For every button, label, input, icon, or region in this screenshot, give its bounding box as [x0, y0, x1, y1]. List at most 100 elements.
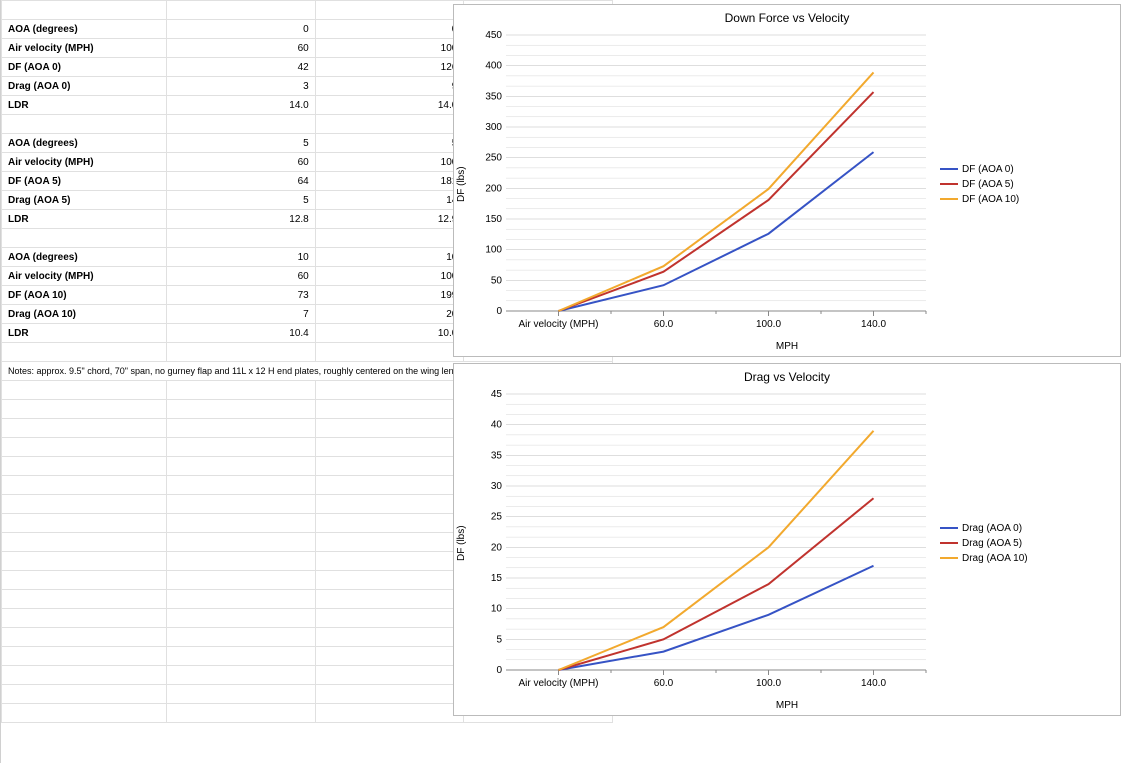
cell[interactable]: 60 [167, 153, 316, 172]
cell[interactable]: Drag (AOA 0) [2, 77, 167, 96]
cell[interactable] [315, 609, 464, 628]
cell[interactable] [167, 552, 316, 571]
cell[interactable] [2, 685, 167, 704]
cell[interactable] [167, 666, 316, 685]
cell[interactable] [2, 1, 167, 20]
cell[interactable] [2, 229, 167, 248]
cell[interactable] [167, 476, 316, 495]
cell[interactable] [2, 571, 167, 590]
cell[interactable] [2, 666, 167, 685]
cell[interactable] [315, 229, 464, 248]
cell[interactable] [2, 590, 167, 609]
cell[interactable] [2, 457, 167, 476]
cell[interactable] [315, 495, 464, 514]
cell[interactable] [167, 400, 316, 419]
cell[interactable]: Drag (AOA 10) [2, 305, 167, 324]
cell[interactable]: 10.4 [167, 324, 316, 343]
cell[interactable] [315, 400, 464, 419]
cell[interactable] [167, 590, 316, 609]
cell[interactable]: LDR [2, 96, 167, 115]
cell[interactable]: 126 [315, 58, 464, 77]
cell[interactable]: 199 [315, 286, 464, 305]
cell[interactable] [167, 685, 316, 704]
cell[interactable] [2, 514, 167, 533]
cell[interactable] [315, 1, 464, 20]
cell[interactable]: 64 [167, 172, 316, 191]
cell[interactable] [315, 590, 464, 609]
cell[interactable] [315, 514, 464, 533]
cell[interactable]: 10 [167, 248, 316, 267]
cell[interactable]: 181 [315, 172, 464, 191]
cell[interactable]: Air velocity (MPH) [2, 267, 167, 286]
cell[interactable]: 100 [315, 153, 464, 172]
cell[interactable] [167, 609, 316, 628]
cell[interactable] [315, 419, 464, 438]
cell[interactable] [167, 647, 316, 666]
cell[interactable] [167, 1, 316, 20]
cell[interactable] [315, 343, 464, 362]
cell[interactable] [315, 115, 464, 134]
cell[interactable]: 0 [315, 20, 464, 39]
cell[interactable]: 0 [167, 20, 316, 39]
cell[interactable] [167, 438, 316, 457]
cell[interactable]: 10 [315, 248, 464, 267]
cell[interactable] [167, 419, 316, 438]
cell[interactable] [2, 552, 167, 571]
cell[interactable] [167, 514, 316, 533]
cell[interactable] [2, 115, 167, 134]
cell[interactable] [167, 628, 316, 647]
cell[interactable]: LDR [2, 324, 167, 343]
cell[interactable] [2, 438, 167, 457]
cell[interactable] [167, 704, 316, 723]
cell[interactable]: 5 [167, 191, 316, 210]
cell[interactable] [167, 533, 316, 552]
cell[interactable]: 14.0 [167, 96, 316, 115]
cell[interactable] [315, 552, 464, 571]
cell[interactable] [2, 476, 167, 495]
cell[interactable]: 100 [315, 267, 464, 286]
cell[interactable]: 42 [167, 58, 316, 77]
cell[interactable]: 14 [315, 191, 464, 210]
cell[interactable] [167, 343, 316, 362]
cell[interactable]: DF (AOA 0) [2, 58, 167, 77]
cell[interactable] [315, 666, 464, 685]
cell[interactable]: 5 [315, 134, 464, 153]
cell[interactable] [2, 533, 167, 552]
cell[interactable] [315, 704, 464, 723]
cell[interactable]: Air velocity (MPH) [2, 153, 167, 172]
cell[interactable] [315, 647, 464, 666]
cell[interactable]: 14.0 [315, 96, 464, 115]
cell[interactable]: AOA (degrees) [2, 20, 167, 39]
cell[interactable]: LDR [2, 210, 167, 229]
cell[interactable]: DF (AOA 5) [2, 172, 167, 191]
cell[interactable]: 9 [315, 77, 464, 96]
cell[interactable] [167, 457, 316, 476]
cell[interactable]: 7 [167, 305, 316, 324]
cell[interactable] [167, 115, 316, 134]
cell[interactable]: DF (AOA 10) [2, 286, 167, 305]
cell[interactable] [315, 476, 464, 495]
cell[interactable] [315, 533, 464, 552]
cell[interactable] [2, 343, 167, 362]
cell[interactable]: 20 [315, 305, 464, 324]
cell[interactable]: AOA (degrees) [2, 134, 167, 153]
cell[interactable] [315, 457, 464, 476]
cell[interactable] [315, 628, 464, 647]
cell[interactable]: 10.0 [315, 324, 464, 343]
cell[interactable] [2, 609, 167, 628]
cell[interactable] [2, 495, 167, 514]
cell[interactable] [167, 495, 316, 514]
cell[interactable]: 100 [315, 39, 464, 58]
cell[interactable] [167, 381, 316, 400]
cell[interactable] [315, 685, 464, 704]
cell[interactable]: 60 [167, 267, 316, 286]
cell[interactable] [2, 419, 167, 438]
cell[interactable]: 3 [167, 77, 316, 96]
cell[interactable] [315, 381, 464, 400]
cell[interactable] [2, 400, 167, 419]
cell[interactable] [167, 571, 316, 590]
cell[interactable] [167, 229, 316, 248]
cell[interactable]: Drag (AOA 5) [2, 191, 167, 210]
cell[interactable]: Air velocity (MPH) [2, 39, 167, 58]
cell[interactable]: 12.8 [167, 210, 316, 229]
